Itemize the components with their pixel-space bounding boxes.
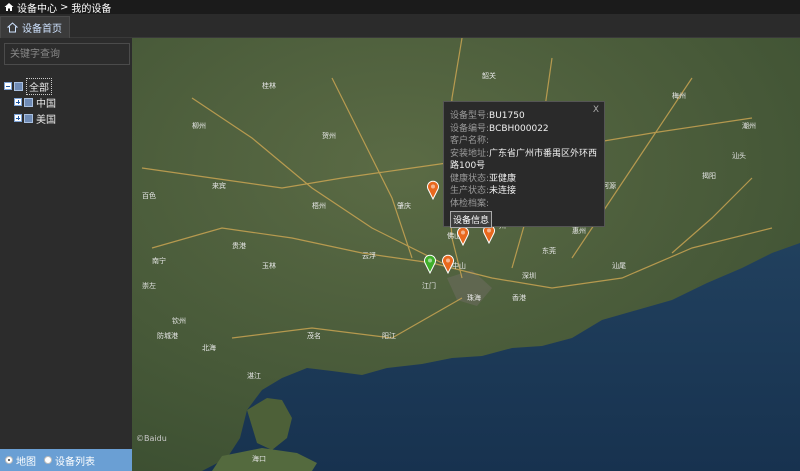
svg-text:揭阳: 揭阳 xyxy=(702,171,716,180)
field-value: 亚健康 xyxy=(489,173,517,184)
device-info-button[interactable]: 设备信息 xyxy=(450,211,493,228)
view-option-label[interactable]: 地图 xyxy=(16,453,36,468)
tree-node-usa[interactable]: 美国 xyxy=(4,110,56,126)
svg-text:梅州: 梅州 xyxy=(672,91,686,100)
breadcrumb-root[interactable]: 设备中心 xyxy=(17,0,57,15)
svg-text:韶关: 韶关 xyxy=(482,71,496,80)
collapse-icon[interactable] xyxy=(4,82,12,90)
svg-text:深圳: 深圳 xyxy=(522,271,536,280)
tab-bar: 设备首页 xyxy=(0,14,800,38)
expand-icon[interactable] xyxy=(14,98,22,106)
field-key: 体检档案: xyxy=(450,198,490,209)
svg-text:汕头: 汕头 xyxy=(732,151,746,160)
svg-text:来宾: 来宾 xyxy=(212,181,226,190)
close-icon[interactable]: X xyxy=(593,105,599,115)
field-value: BCBH000022 xyxy=(489,123,549,134)
popup-field-production: 生产状态:未连接 xyxy=(450,185,598,198)
svg-text:防城港: 防城港 xyxy=(157,331,178,340)
breadcrumb-separator: > xyxy=(60,1,69,13)
svg-text:肇庆: 肇庆 xyxy=(397,201,411,210)
svg-text:茂名: 茂名 xyxy=(307,331,321,340)
svg-text:阳江: 阳江 xyxy=(382,331,396,340)
svg-text:北海: 北海 xyxy=(202,343,216,352)
folder-icon xyxy=(24,97,33,107)
svg-text:梧州: 梧州 xyxy=(312,201,326,210)
popup-field-health: 健康状态:亚健康 xyxy=(450,173,598,186)
device-marker-orange[interactable] xyxy=(426,180,440,200)
svg-text:汕尾: 汕尾 xyxy=(612,261,626,270)
device-marker-green[interactable] xyxy=(423,254,437,274)
popup-field-customer: 客户名称: xyxy=(450,135,598,148)
field-key: 设备型号: xyxy=(450,111,490,121)
svg-text:东莞: 东莞 xyxy=(542,246,556,255)
device-marker-orange[interactable] xyxy=(456,226,470,246)
view-option-map[interactable]: 地图 xyxy=(5,453,36,468)
svg-text:玉林: 玉林 xyxy=(262,261,276,270)
svg-text:贵港: 贵港 xyxy=(232,241,246,250)
popup-field-serial: 设备编号:BCBH000022 xyxy=(450,123,598,136)
tab-label: 设备首页 xyxy=(22,24,62,35)
tree-node-all[interactable]: 全部 xyxy=(4,77,56,95)
svg-text:崇左: 崇左 xyxy=(142,281,156,290)
svg-text:海口: 海口 xyxy=(252,454,266,463)
field-key: 生产状态: xyxy=(450,186,490,196)
sidebar: 全部 中国 美国 地图 设备列表 xyxy=(0,38,132,471)
folder-icon xyxy=(14,81,23,91)
field-key: 设备编号: xyxy=(450,123,490,134)
svg-text:钦州: 钦州 xyxy=(172,316,186,325)
tree-node-label[interactable]: 中国 xyxy=(36,95,56,110)
svg-text:潮州: 潮州 xyxy=(742,121,756,130)
expand-icon[interactable] xyxy=(14,114,22,122)
svg-text:江门: 江门 xyxy=(422,281,436,290)
svg-text:柳州: 柳州 xyxy=(192,121,206,130)
svg-text:桂林: 桂林 xyxy=(262,81,276,90)
search-input[interactable] xyxy=(4,43,130,65)
device-marker-orange[interactable] xyxy=(441,254,455,274)
tab-device-home[interactable]: 设备首页 xyxy=(0,16,70,38)
device-info-popup: X 设备型号:BU1750 设备编号:BCBH000022 客户名称: 安装地址… xyxy=(443,101,605,228)
popup-field-checkup: 体检档案: xyxy=(450,198,598,211)
tree-node-label[interactable]: 美国 xyxy=(36,111,56,126)
svg-text:贺州: 贺州 xyxy=(322,131,336,140)
svg-text:珠海: 珠海 xyxy=(467,293,481,302)
home-icon xyxy=(7,22,18,33)
popup-field-model: 设备型号:BU1750 xyxy=(450,110,598,123)
field-key: 客户名称: xyxy=(450,136,490,146)
svg-text:南宁: 南宁 xyxy=(152,256,166,265)
svg-text:百色: 百色 xyxy=(142,191,156,200)
breadcrumb: 设备中心 > 我的设备 xyxy=(0,0,800,15)
field-key: 安装地址: xyxy=(450,148,490,159)
field-value: BU1750 xyxy=(489,111,525,121)
view-switcher: 地图 设备列表 xyxy=(0,449,132,471)
svg-text:云浮: 云浮 xyxy=(362,251,376,260)
radio-button[interactable] xyxy=(44,456,52,464)
home-icon xyxy=(4,3,14,11)
field-value: 未连接 xyxy=(489,186,517,196)
map-logo: ©Baidu xyxy=(136,434,167,443)
tree-node-label[interactable]: 全部 xyxy=(26,77,52,95)
view-option-label[interactable]: 设备列表 xyxy=(55,453,95,468)
device-tree: 全部 中国 美国 xyxy=(4,77,56,126)
folder-icon xyxy=(24,113,33,123)
svg-text:香港: 香港 xyxy=(512,293,526,302)
svg-text:湛江: 湛江 xyxy=(247,372,261,380)
popup-field-address: 安装地址:广东省广州市番禺区外环西路100号 xyxy=(450,148,598,173)
radio-button[interactable] xyxy=(5,456,13,464)
breadcrumb-current: 我的设备 xyxy=(71,3,112,15)
field-key: 健康状态: xyxy=(450,173,490,184)
tree-node-china[interactable]: 中国 xyxy=(4,94,56,110)
view-option-list[interactable]: 设备列表 xyxy=(44,453,95,468)
